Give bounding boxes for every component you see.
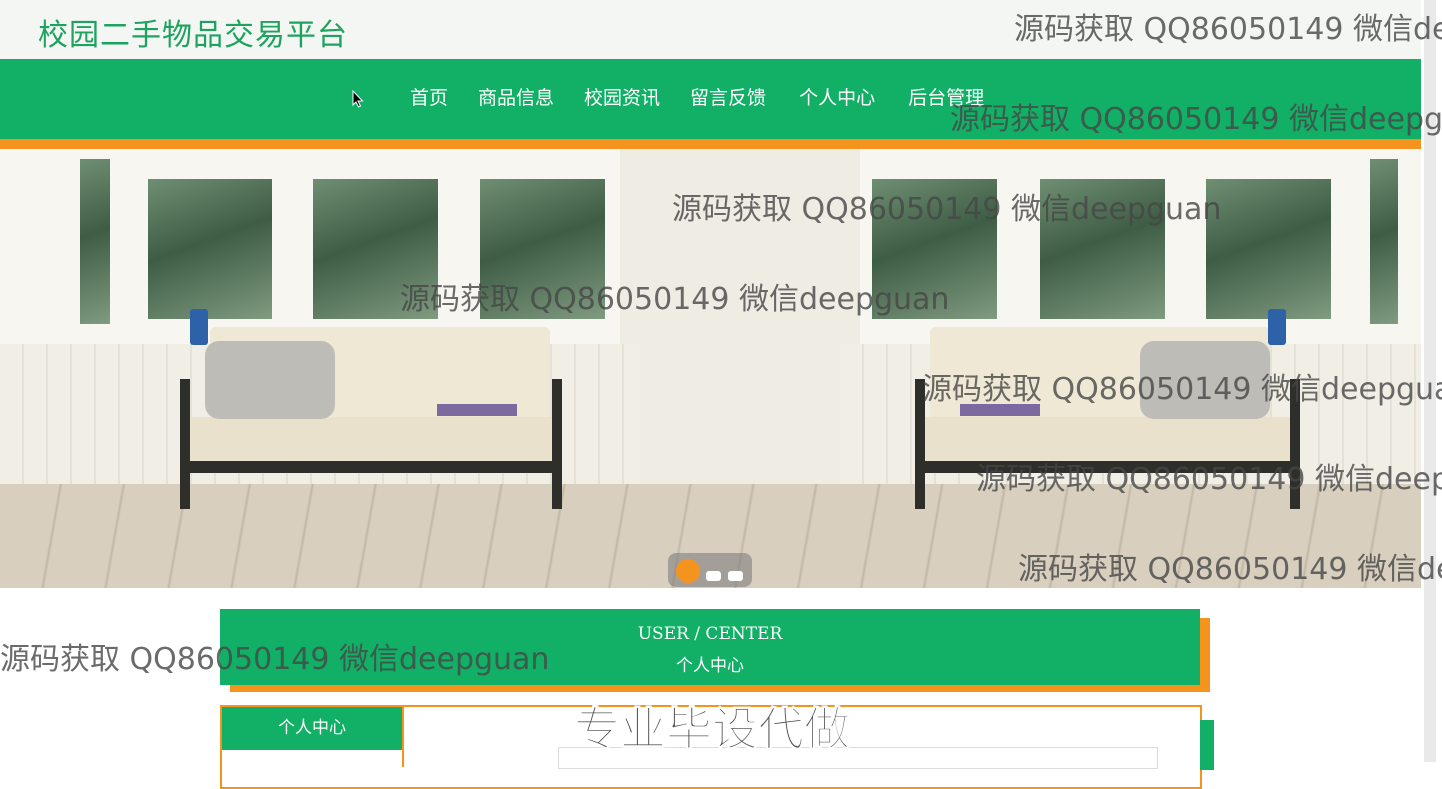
watermark: 源码获取 QQ86050149 微信deepgua	[922, 372, 1442, 407]
sidebar-divider	[402, 707, 404, 767]
nav-accent-stripe	[0, 139, 1421, 149]
watermark: 源码获取 QQ86050149 微信deepguan	[400, 282, 950, 317]
carousel-dot-1[interactable]	[676, 559, 700, 583]
banner-vase	[190, 309, 208, 345]
nav-item-user-center[interactable]: 个人中心	[799, 83, 875, 110]
watermark: 源码获取 QQ86050149 微信de	[1018, 552, 1442, 587]
promo-banner-text: 专业毕设代做	[574, 702, 851, 757]
banner-window	[148, 179, 272, 319]
banner-pillow	[205, 341, 335, 419]
watermark: 源码获取 QQ86050149 微信deep	[976, 462, 1442, 497]
carousel-dot-3[interactable]	[728, 571, 743, 581]
nav-item-news[interactable]: 校园资讯	[584, 83, 660, 110]
carousel-dot-2[interactable]	[706, 571, 721, 581]
carousel-indicators	[668, 553, 752, 587]
watermark: 源码获取 QQ86050149 微信deepguan	[672, 192, 1222, 227]
banner-books	[437, 404, 517, 416]
nav-item-feedback[interactable]: 留言反馈	[690, 83, 766, 110]
banner-window	[80, 159, 110, 324]
site-title[interactable]: 校园二手物品交易平台	[38, 10, 348, 54]
sidebar-heading[interactable]: 个人中心	[222, 707, 402, 750]
banner-window	[1206, 179, 1331, 319]
field-label	[494, 756, 524, 764]
watermark: 源码获取 QQ86050149 微信deepguan	[0, 642, 550, 677]
nav-item-home[interactable]: 首页	[410, 83, 448, 110]
watermark: 源码获取 QQ86050149 微信deepgu	[950, 102, 1442, 137]
nav-item-products[interactable]: 商品信息	[478, 83, 554, 110]
nav-menu: 首页 商品信息 校园资讯 留言反馈 个人中心 后台管理	[410, 83, 1014, 110]
banner-sofa-seat	[185, 417, 557, 463]
watermark: 源码获取 QQ86050149 微信de	[1014, 12, 1442, 47]
banner-sofa-frame	[185, 461, 557, 473]
side-tab[interactable]	[1200, 720, 1214, 770]
banner-sofa-frame	[552, 379, 562, 509]
banner-window	[1370, 159, 1398, 324]
banner-sofa-frame	[180, 379, 190, 509]
mouse-cursor-icon	[352, 90, 364, 108]
banner-vase	[1268, 309, 1286, 345]
